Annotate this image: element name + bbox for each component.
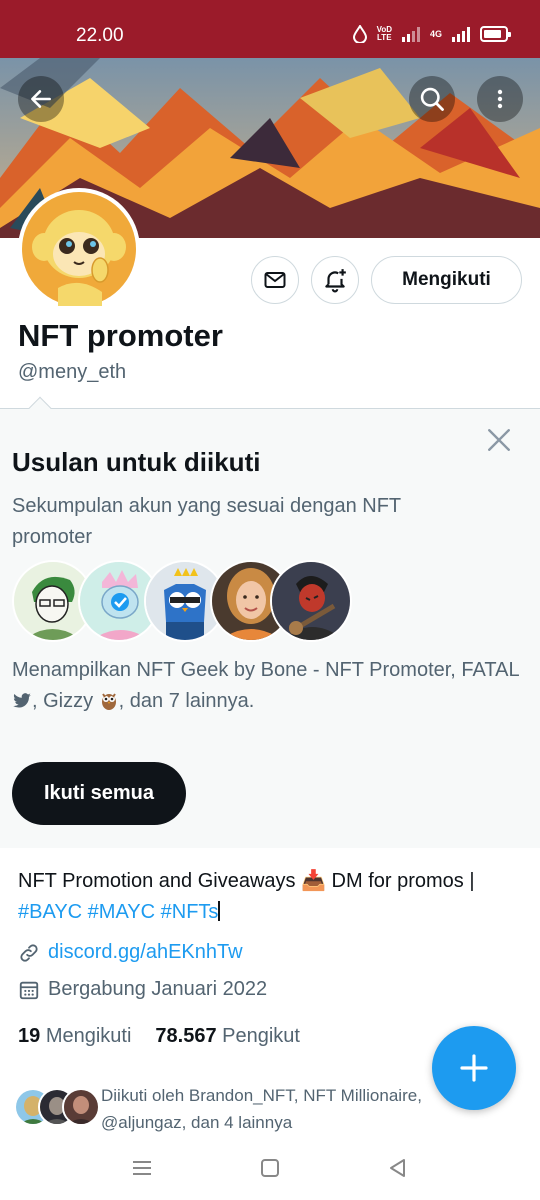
suggestions-subtitle: Sekumpulan akun yang sesuai dengan NFT p…: [12, 495, 401, 548]
status-bar: 22.00 VoD LTE 4G: [0, 0, 540, 58]
status-icons: VoD LTE 4G: [352, 25, 511, 43]
following-label: Mengikuti: [45, 1025, 132, 1047]
desc-prefix: Menampilkan NFT Geek by Bone - NFT Promo…: [12, 659, 519, 681]
followers-label: Pengikut: [222, 1025, 300, 1047]
message-button[interactable]: [251, 256, 299, 304]
close-icon[interactable]: [486, 427, 512, 453]
suggestions-card: Usulan untuk diikuti Sekumpulan akun yan…: [0, 396, 540, 848]
followers-count-link[interactable]: 78.567 Pengikut: [155, 1025, 300, 1048]
battery-icon: [480, 26, 511, 42]
more-options-button[interactable]: [477, 76, 523, 122]
status-time: 22.00: [76, 25, 124, 46]
plus-icon: [460, 1054, 488, 1082]
notification-subscribe-button[interactable]: [311, 256, 359, 304]
follower-avatar-3: [62, 1088, 100, 1126]
monkey-avatar-image: [22, 192, 136, 306]
desc-suffix: , dan 7 lainnya.: [118, 690, 255, 712]
followed-by-line2: @aljungaz, dan 4 lainnya: [101, 1113, 293, 1132]
volte-bottom: LTE: [377, 33, 392, 42]
search-button[interactable]: [409, 76, 455, 122]
arrow-left-icon: [31, 90, 51, 108]
profile-avatar[interactable]: [18, 188, 140, 310]
recents-menu-icon[interactable]: [130, 1156, 154, 1180]
system-nav-bar: [0, 1140, 540, 1200]
card-caret: [28, 396, 52, 420]
suggested-avatars[interactable]: [12, 560, 352, 644]
calendar-icon: [19, 981, 39, 999]
following-button[interactable]: Mengikuti: [371, 256, 522, 304]
followers-count: 78.567: [155, 1025, 217, 1047]
profile-link[interactable]: discord.gg/ahEKnhTw: [48, 941, 243, 964]
follow-all-button[interactable]: Ikuti semua: [12, 762, 186, 825]
compose-button[interactable]: [432, 1026, 516, 1110]
bird-icon: [13, 693, 31, 708]
text-cursor: [218, 901, 221, 921]
bio-hashtags[interactable]: #BAYC #MAYC #NFTs: [18, 901, 218, 923]
volte-indicator: VoD LTE: [377, 26, 392, 42]
user-handle: @meny_eth: [18, 361, 127, 383]
envelope-icon: [264, 272, 286, 288]
suggestions-description: Menampilkan NFT Geek by Bone - NFT Promo…: [12, 655, 532, 717]
following-count-link[interactable]: 19 Mengikuti: [18, 1025, 131, 1048]
follow-counts: 19 Mengikuti 78.567 Pengikut: [18, 1025, 300, 1048]
link-icon: [20, 943, 38, 962]
profile-bio: NFT Promotion and Giveaways 📥 DM for pro…: [18, 866, 533, 928]
following-count: 19: [18, 1025, 41, 1047]
back-button[interactable]: [18, 76, 64, 122]
suggested-avatar-guitar: [270, 560, 352, 642]
signal-icon: [401, 27, 420, 42]
network-type: 4G: [429, 29, 442, 39]
data-saver-icon: [352, 25, 367, 43]
home-square-icon[interactable]: [258, 1156, 282, 1180]
desc-mid: , Gizzy: [32, 690, 99, 712]
owl-icon: [101, 693, 116, 710]
search-icon: [420, 87, 444, 111]
bio-text: NFT Promotion and Giveaways 📥 DM for pro…: [18, 870, 475, 892]
back-triangle-icon[interactable]: [386, 1156, 410, 1180]
bell-plus-icon: [325, 269, 346, 293]
more-vertical-icon: [497, 89, 503, 109]
display-name: NFT promoter: [18, 318, 223, 353]
suggestions-title: Usulan untuk diikuti: [12, 447, 261, 477]
joined-date: Bergabung Januari 2022: [48, 978, 268, 1000]
signal-icon-2: [452, 27, 470, 42]
joined-row: Bergabung Januari 2022: [18, 978, 267, 1001]
profile-link-row: discord.gg/ahEKnhTw: [18, 941, 243, 964]
